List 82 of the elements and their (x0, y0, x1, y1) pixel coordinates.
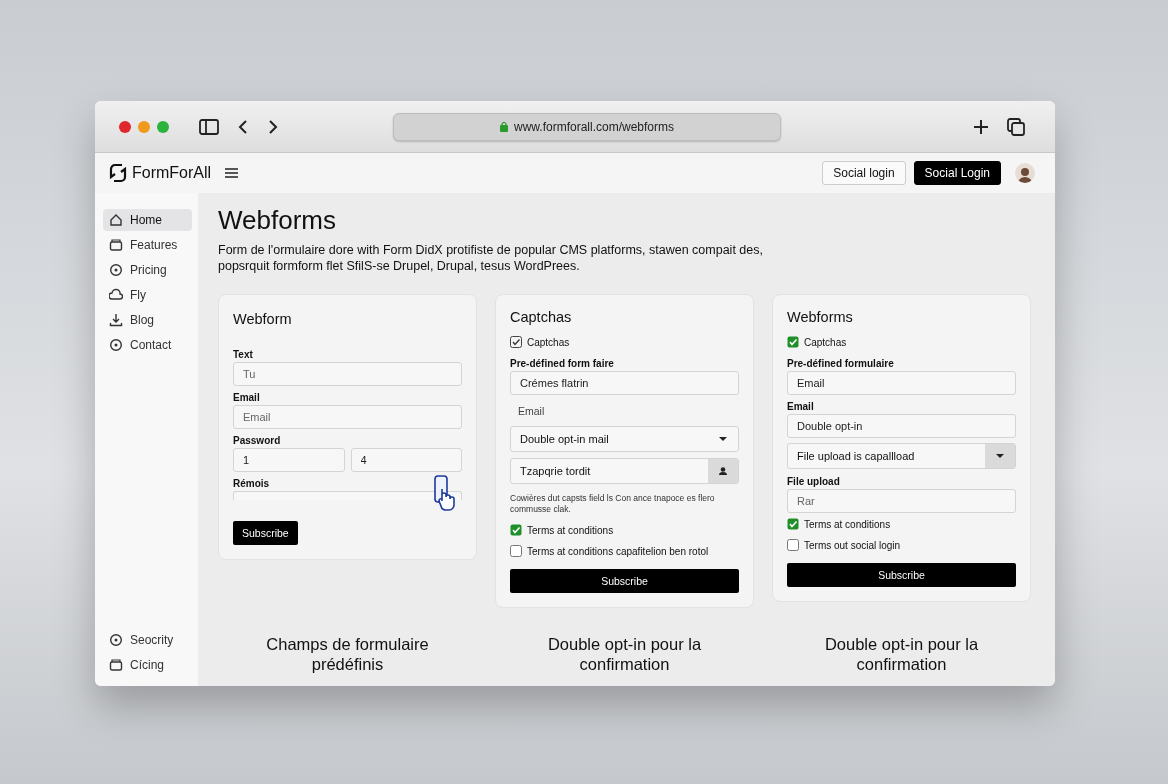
person-icon (719, 467, 727, 475)
box-icon (109, 658, 123, 672)
cloud-icon (109, 288, 123, 302)
input-field[interactable]: Tzapqrie tordit (510, 458, 739, 484)
subscribe-button[interactable]: Subscribe (787, 563, 1016, 587)
user-button[interactable] (708, 459, 738, 483)
help-text: Cowières dut capsts field ls Con ance tnapoce es flero commusse clak. (510, 493, 716, 515)
checkbox-label: Captchas (527, 336, 570, 348)
feature-heading: Double opt-in pour la confirmation (823, 634, 980, 674)
field-label: Pre-défined formulaire (787, 358, 895, 369)
circle-icon (109, 338, 123, 352)
field-label: Email (233, 392, 261, 403)
login-button[interactable]: Social Login (913, 161, 1001, 185)
checkbox-label: Terms out social login (804, 539, 901, 551)
checkbox[interactable] (510, 336, 522, 348)
sidebar-item[interactable]: Contact (103, 334, 192, 356)
sidebar-item[interactable]: Cícing (103, 654, 192, 676)
logo-icon (109, 163, 127, 183)
field-label: Rémois (233, 478, 271, 489)
card-title: Captchas (510, 309, 573, 325)
hand-cursor-icon (433, 475, 457, 511)
avatar[interactable] (1015, 163, 1035, 183)
input-field[interactable]: Email (787, 371, 1016, 395)
checkbox[interactable] (787, 539, 799, 551)
input-field[interactable]: Double opt-in (787, 414, 1016, 438)
input-field[interactable]: Rar (787, 489, 1016, 513)
checkbox[interactable] (510, 545, 522, 557)
tabs-icon[interactable] (1007, 117, 1025, 136)
sidebar-item[interactable]: Fly (103, 284, 192, 306)
card-title: Webforms (787, 309, 854, 325)
checkbox-label: Terms at conditions (527, 524, 614, 536)
address-bar[interactable]: www.formforall.com/webforms (393, 112, 781, 141)
back-icon[interactable] (237, 118, 249, 135)
sidebar-item[interactable]: Blog (103, 309, 192, 331)
person-silhouette-icon (1018, 167, 1032, 183)
logo-text: FormForAll (132, 164, 212, 182)
forward-icon[interactable] (267, 118, 279, 135)
lock-icon (500, 121, 508, 132)
sidebar-item[interactable]: Seocrity (103, 629, 192, 651)
download-icon (109, 313, 123, 327)
sidebar-toggle-icon[interactable] (199, 118, 219, 135)
sidebar-item[interactable]: Features (103, 234, 192, 256)
input-field[interactable]: Crémes flatrin (510, 371, 739, 395)
window-control-button[interactable] (119, 120, 131, 133)
input-field[interactable]: 1 (233, 448, 345, 472)
field-label: Pre-défined form faire (510, 358, 615, 369)
feature-heading: Double opt-in pour la confirmation (546, 634, 703, 674)
checkbox[interactable] (510, 524, 522, 536)
card-title: Webform (233, 311, 293, 327)
url-text: www.formforall.com/webforms (514, 119, 674, 134)
checkbox[interactable] (787, 336, 799, 348)
field-label: Text (233, 349, 254, 360)
login-button[interactable]: Social login (822, 161, 906, 185)
input-field[interactable]: Tu (233, 362, 462, 386)
subscribe-button[interactable]: Subscribe (233, 521, 298, 545)
input-field[interactable]: Email (233, 405, 462, 429)
checkbox-label: Terms at conditions capafitelion ben rotol (527, 545, 709, 557)
dropdown[interactable]: Double opt-in mail (510, 426, 739, 452)
box-icon (109, 238, 123, 252)
input-field[interactable]: 4 (350, 448, 462, 472)
dropdown[interactable]: File upload is capallload (787, 443, 1016, 469)
page-description: Form de l'ormulaire dore with Form DidX protifiste de popular CMS platforms, stawen compait des, popsrquit formform flet SfilS-se Drupel, Drupal, tesus WordPrees. (218, 242, 764, 274)
checkbox[interactable] (787, 518, 799, 530)
sidebar-item[interactable]: Pricing (103, 259, 192, 281)
home-icon (109, 213, 123, 227)
sidebar-item[interactable]: Home (103, 209, 192, 231)
field-label: File upload (787, 476, 841, 487)
page-title: Webforms (218, 205, 337, 236)
field-label: Password (233, 435, 282, 446)
menu-icon[interactable] (225, 168, 239, 178)
circle-icon (109, 263, 123, 277)
field-label: Email (787, 401, 815, 412)
feature-heading: Champs de formulaire prédéfinis (265, 634, 430, 674)
caret-icon (996, 454, 1004, 458)
circle-icon (109, 633, 123, 647)
field-label: Email (518, 405, 546, 417)
caret-icon (719, 437, 727, 441)
subscribe-button[interactable]: Subscribe (510, 569, 739, 593)
plus-icon[interactable] (973, 118, 989, 135)
checkbox-label: Captchas (804, 336, 847, 348)
input-field[interactable] (233, 491, 462, 500)
checkbox-label: Terms at conditions (804, 518, 891, 530)
